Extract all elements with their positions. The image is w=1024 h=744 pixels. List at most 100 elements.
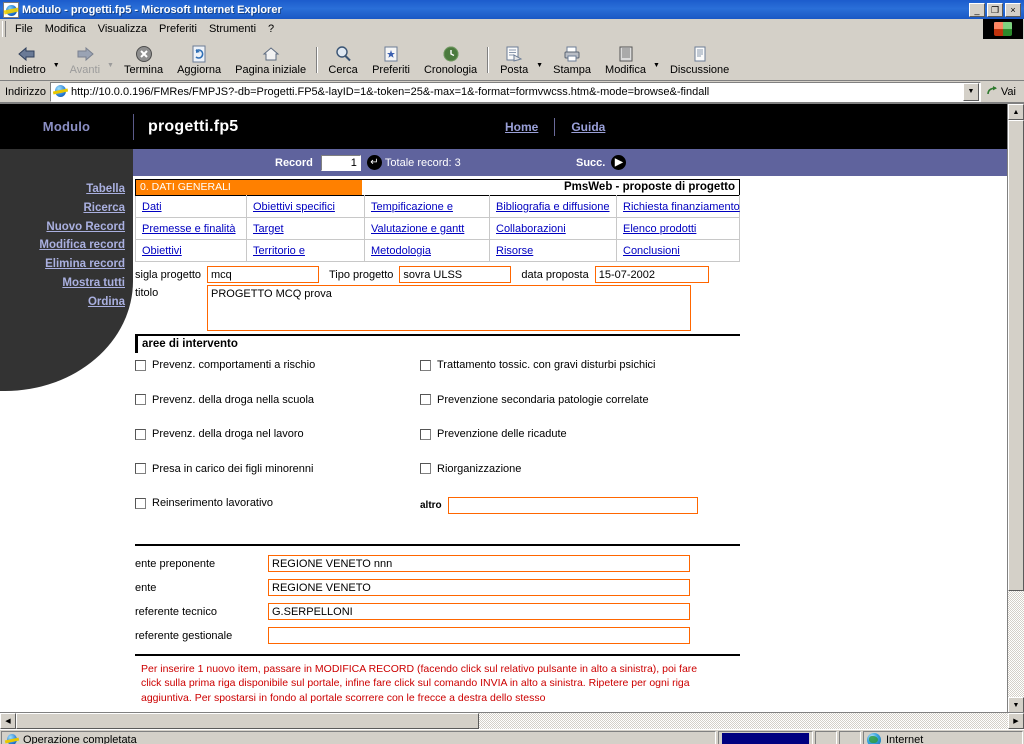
enter-arrow-icon[interactable]: ↵ bbox=[366, 155, 382, 170]
go-button[interactable]: Vai bbox=[981, 85, 1022, 98]
record-number-input[interactable]: 1 bbox=[320, 154, 361, 171]
tab-conclusioni[interactable]: Conclusioni bbox=[623, 245, 680, 257]
discussion-button[interactable]: Discussione bbox=[663, 40, 736, 80]
tab-cell[interactable]: Valutazione e gantt bbox=[364, 217, 490, 240]
checkbox-icon[interactable] bbox=[135, 359, 146, 371]
close-button[interactable]: × bbox=[1005, 2, 1021, 17]
tab-cell[interactable]: Elenco prodotti bbox=[616, 217, 740, 240]
tab-richiesta-finanziamento[interactable]: Richiesta finanziamento bbox=[623, 201, 740, 213]
horizontal-scroll-track[interactable] bbox=[16, 713, 1008, 729]
checkbox-icon[interactable] bbox=[420, 394, 431, 405]
back-dropdown-icon[interactable]: ▼ bbox=[53, 62, 63, 80]
scroll-right-icon[interactable]: ▶ bbox=[1008, 713, 1024, 729]
vertical-scroll-track[interactable] bbox=[1008, 591, 1024, 697]
edit-dropdown-icon[interactable]: ▼ bbox=[653, 62, 663, 80]
back-button[interactable]: Indietro bbox=[2, 40, 53, 80]
tab-cell[interactable]: Richiesta finanziamento bbox=[616, 195, 740, 218]
ente-preponente-input[interactable]: REGIONE VENETO nnn bbox=[268, 555, 690, 572]
checkbox-icon[interactable] bbox=[420, 463, 431, 474]
tab-obiettivi-specifici[interactable]: Obiettivi specifici bbox=[253, 201, 335, 213]
tab-risorse[interactable]: Risorse bbox=[496, 245, 533, 257]
scroll-down-icon[interactable]: ▼ bbox=[1008, 697, 1024, 712]
address-dropdown-icon[interactable]: ▼ bbox=[962, 82, 979, 101]
checkbox-prevenzione-ricadute[interactable]: Prevenzione delle ricadute bbox=[420, 428, 705, 440]
checkbox-presa-in-carico[interactable]: Presa in carico dei figli minorenni bbox=[135, 463, 420, 475]
checkbox-prevenzione-secondaria[interactable]: Prevenzione secondaria patologie correla… bbox=[420, 394, 705, 406]
checkbox-droga-scuola[interactable]: Prevenz. della droga nella scuola bbox=[135, 394, 420, 406]
tab-cell[interactable]: Dati bbox=[135, 195, 247, 218]
sidebar-item-modifica-record[interactable]: Modifica record bbox=[0, 236, 125, 255]
checkbox-prevenz-comportamenti[interactable]: Prevenz. comportamenti a rischio bbox=[135, 359, 420, 371]
ente-input[interactable]: REGIONE VENETO bbox=[268, 579, 690, 596]
tab-collaborazioni[interactable]: Collaborazioni bbox=[496, 223, 566, 235]
referente-gestionale-input[interactable] bbox=[268, 627, 690, 644]
print-button[interactable]: Stampa bbox=[546, 40, 598, 80]
tab-cell[interactable]: Target bbox=[246, 217, 365, 240]
history-button[interactable]: Cronologia bbox=[417, 40, 484, 80]
tab-cell[interactable]: Collaborazioni bbox=[489, 217, 617, 240]
minimize-button[interactable]: _ bbox=[969, 2, 985, 17]
refresh-button[interactable]: Aggiorna bbox=[170, 40, 228, 80]
restore-button[interactable]: ❐ bbox=[987, 2, 1003, 17]
vertical-scroll-thumb[interactable] bbox=[1008, 120, 1024, 591]
tab-metodologia[interactable]: Metodologia bbox=[371, 245, 431, 257]
tipo-input[interactable]: sovra ULSS bbox=[399, 266, 512, 283]
sidebar-item-tabella[interactable]: Tabella bbox=[0, 180, 125, 199]
sidebar-item-mostra-tutti[interactable]: Mostra tutti bbox=[0, 274, 125, 293]
checkbox-icon[interactable] bbox=[135, 428, 146, 440]
next-record-control[interactable]: Succ. ▶ bbox=[576, 149, 629, 176]
tab-bibliografia[interactable]: Bibliografia e diffusione bbox=[496, 201, 610, 213]
tab-cell[interactable]: Metodologia bbox=[364, 239, 490, 262]
page-horizontal-scrollbar[interactable]: ◀ ▶ bbox=[0, 712, 1024, 729]
scroll-up-icon[interactable]: ▲ bbox=[1008, 104, 1024, 120]
tab-premesse-finalita[interactable]: Premesse e finalità bbox=[142, 223, 236, 235]
checkbox-reinserimento-lavorativo[interactable]: Reinserimento lavorativo bbox=[135, 497, 420, 509]
tab-cell[interactable]: Conclusioni bbox=[616, 239, 740, 262]
titolo-input[interactable]: PROGETTO MCQ prova bbox=[207, 285, 691, 331]
menu-item-visualizza[interactable]: Visualizza bbox=[92, 21, 153, 37]
favorites-button[interactable]: Preferiti bbox=[365, 40, 417, 80]
edit-button[interactable]: Modifica bbox=[598, 40, 653, 80]
tab-elenco-prodotti[interactable]: Elenco prodotti bbox=[623, 223, 696, 235]
sidebar-item-nuovo-record[interactable]: Nuovo Record bbox=[0, 218, 125, 237]
tab-obiettivi[interactable]: Obiettivi bbox=[142, 245, 182, 257]
sidebar-item-ricerca[interactable]: Ricerca bbox=[0, 199, 125, 218]
checkbox-riorganizzazione[interactable]: Riorganizzazione bbox=[420, 463, 705, 475]
menu-item-modifica[interactable]: Modifica bbox=[39, 21, 92, 37]
altro-input[interactable] bbox=[447, 497, 698, 514]
tab-dati[interactable]: Dati bbox=[142, 201, 162, 213]
checkbox-droga-lavoro[interactable]: Prevenz. della droga nel lavoro bbox=[135, 428, 420, 440]
menu-item-help[interactable]: ? bbox=[262, 21, 280, 37]
horizontal-scroll-thumb[interactable] bbox=[16, 713, 479, 729]
scroll-left-icon[interactable]: ◀ bbox=[0, 713, 16, 729]
tab-valutazione-gantt[interactable]: Valutazione e gantt bbox=[371, 223, 464, 235]
stop-button[interactable]: Termina bbox=[117, 40, 170, 80]
data-input[interactable]: 15-07-2002 bbox=[594, 266, 709, 283]
page-vertical-scrollbar[interactable]: ▲ ▼ bbox=[1007, 104, 1024, 712]
sidebar-item-ordina[interactable]: Ordina bbox=[0, 293, 125, 312]
tab-cell[interactable]: Risorse bbox=[489, 239, 617, 262]
checkbox-icon[interactable] bbox=[420, 359, 431, 371]
forward-dropdown-icon[interactable]: ▼ bbox=[107, 62, 117, 80]
tab-cell[interactable]: Bibliografia e diffusione bbox=[489, 195, 617, 218]
referente-tecnico-input[interactable]: G.SERPELLONI bbox=[268, 603, 690, 620]
play-right-icon[interactable]: ▶ bbox=[611, 155, 627, 170]
header-link-guida[interactable]: Guida bbox=[571, 120, 605, 134]
checkbox-trattamento-tossic[interactable]: Trattamento tossic. con gravi disturbi p… bbox=[420, 359, 705, 371]
checkbox-icon[interactable] bbox=[135, 463, 146, 474]
tab-cell[interactable]: Tempificazione e bbox=[364, 195, 490, 218]
menu-item-preferiti[interactable]: Preferiti bbox=[153, 21, 203, 37]
search-button[interactable]: Cerca bbox=[321, 40, 365, 80]
home-button[interactable]: Pagina iniziale bbox=[228, 40, 313, 80]
header-link-home[interactable]: Home bbox=[505, 120, 538, 134]
checkbox-icon[interactable] bbox=[135, 394, 146, 405]
menu-item-strumenti[interactable]: Strumenti bbox=[203, 21, 262, 37]
checkbox-icon[interactable] bbox=[135, 497, 146, 509]
tab-target[interactable]: Target bbox=[253, 223, 284, 235]
mail-dropdown-icon[interactable]: ▼ bbox=[536, 62, 546, 80]
mail-button[interactable]: Posta bbox=[492, 40, 536, 80]
sigla-input[interactable]: mcq bbox=[207, 266, 319, 283]
tab-cell[interactable]: Obiettivi bbox=[135, 239, 247, 262]
tab-territorio[interactable]: Territorio e bbox=[253, 245, 305, 257]
forward-button[interactable]: Avanti bbox=[63, 40, 107, 80]
